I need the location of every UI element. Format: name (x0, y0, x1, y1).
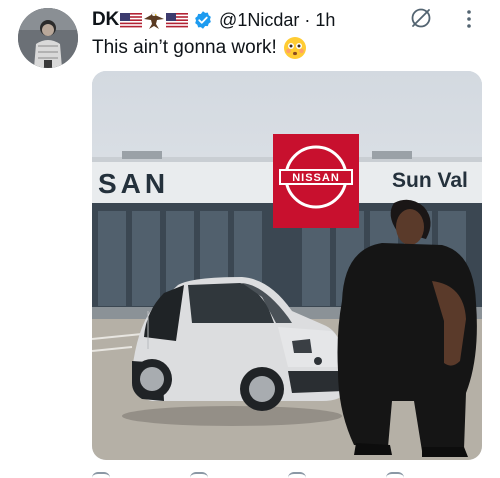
avatar[interactable] (18, 8, 78, 68)
separator-dot: · (299, 9, 316, 30)
us-flag-icon (166, 12, 189, 28)
reply-icon[interactable] (92, 472, 110, 478)
repost-icon[interactable] (190, 472, 208, 478)
post-text-content: This ain’t gonna work! (92, 37, 277, 58)
views-icon[interactable] (386, 472, 404, 478)
avatar-image (18, 8, 78, 68)
grok-icon[interactable] (409, 6, 433, 30)
post-header: DK @1Nicdar · 1h (92, 9, 335, 31)
flushed-face-emoji (283, 37, 306, 59)
verified-badge-icon[interactable] (193, 10, 213, 30)
more-icon[interactable] (463, 8, 475, 30)
brand-sign: NISSAN (292, 172, 340, 184)
post-time[interactable]: 1h (315, 10, 335, 31)
user-handle[interactable]: @1Nicdar (219, 10, 299, 31)
display-name[interactable]: DK (92, 9, 119, 31)
action-bar (92, 470, 482, 478)
post-text: This ain’t gonna work! (92, 36, 307, 60)
like-icon[interactable] (288, 472, 306, 478)
sign-left: SAN (98, 168, 169, 199)
sign-right: Sun Val (392, 169, 468, 192)
post-image[interactable]: SAN Sun Val NISSAN (92, 71, 482, 460)
dealership-photo: SAN Sun Val NISSAN (92, 71, 482, 460)
us-flag-icon (120, 12, 143, 28)
name-emojis (120, 10, 189, 30)
eagle-icon (144, 12, 165, 29)
